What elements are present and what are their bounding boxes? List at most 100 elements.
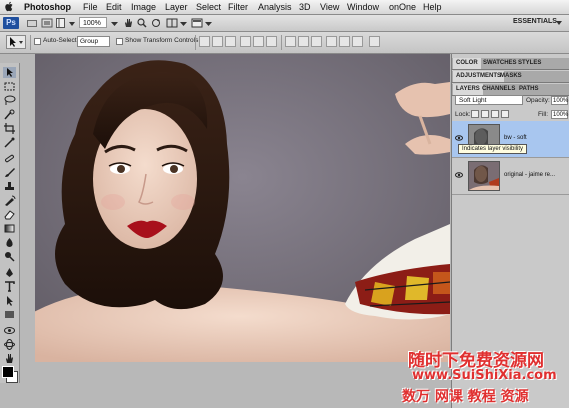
options-bar: Auto-Select: Group Show Transform Contro…	[0, 32, 569, 54]
menu-view[interactable]: View	[320, 1, 339, 13]
pen-tool-icon[interactable]	[3, 267, 16, 278]
workspace-switcher[interactable]: ESSENTIALS	[513, 18, 557, 25]
lock-position-button[interactable]	[491, 110, 499, 118]
application-bar: Ps 100% ESSENTIALS	[0, 15, 569, 32]
eye-icon[interactable]	[455, 170, 463, 180]
3d-rotate-tool-icon[interactable]	[3, 325, 16, 336]
gradient-tool-icon[interactable]	[3, 223, 16, 234]
hand-tool-icon[interactable]	[3, 353, 16, 364]
distribute-left-button[interactable]	[326, 36, 337, 47]
align-top-button[interactable]	[199, 36, 210, 47]
lock-pixels-button[interactable]	[481, 110, 489, 118]
layer-thumbnail	[468, 161, 500, 191]
align-right-button[interactable]	[266, 36, 277, 47]
photoshop-logo[interactable]: Ps	[3, 17, 19, 29]
hand-tool-icon[interactable]	[123, 18, 133, 28]
show-transform-checkbox[interactable]	[116, 38, 123, 45]
distribute-top-button[interactable]	[285, 36, 296, 47]
menu-select[interactable]: Select	[196, 1, 221, 13]
blur-tool-icon[interactable]	[3, 237, 16, 248]
fill-label: Fill:	[538, 111, 549, 118]
auto-align-layers-button[interactable]	[369, 36, 380, 47]
history-brush-tool-icon[interactable]	[3, 195, 16, 206]
3d-orbit-tool-icon[interactable]	[3, 339, 16, 350]
menu-layer[interactable]: Layer	[165, 1, 188, 13]
tab-swatches[interactable]: SWATCHES	[480, 58, 520, 69]
guides-icon[interactable]	[56, 18, 65, 28]
marquee-tool-icon[interactable]	[3, 81, 16, 92]
arrange-dropdown-arrow-icon[interactable]	[180, 18, 187, 28]
lock-all-button[interactable]	[501, 110, 509, 118]
opacity-input[interactable]: 100%	[551, 96, 568, 105]
crop-tool-icon[interactable]	[3, 123, 16, 134]
options-divider	[281, 35, 282, 50]
menu-help[interactable]: Help	[423, 1, 442, 13]
auto-select-target-select[interactable]: Group	[77, 36, 110, 47]
apple-icon[interactable]	[5, 1, 14, 12]
screen-mode-icon[interactable]	[191, 18, 203, 28]
mini-bridge-icon[interactable]	[41, 18, 53, 28]
type-tool-icon[interactable]	[3, 281, 16, 292]
tab-color[interactable]: COLOR	[453, 58, 481, 69]
distribute-horizontal-centers-button[interactable]	[339, 36, 350, 47]
show-transform-label: Show Transform Controls	[125, 37, 199, 44]
menu-bar: Photoshop File Edit Image Layer Select F…	[0, 0, 569, 15]
menu-3d[interactable]: 3D	[299, 1, 311, 13]
watermark-url: www.SuiShiXia.com	[412, 368, 557, 383]
zoom-dropdown-arrow-icon[interactable]	[111, 18, 118, 28]
distribute-vertical-centers-button[interactable]	[298, 36, 309, 47]
blend-mode-select[interactable]: Soft Light	[455, 95, 523, 105]
fill-input[interactable]: 100%	[551, 110, 568, 119]
align-bottom-button[interactable]	[225, 36, 236, 47]
clone-stamp-tool-icon[interactable]	[3, 181, 16, 192]
layer-name[interactable]: bw - soft	[504, 135, 527, 141]
app-menu[interactable]: Photoshop	[24, 1, 71, 13]
tool-preset-picker[interactable]	[6, 35, 26, 49]
eye-icon[interactable]	[455, 133, 463, 143]
screen-mode-dropdown-arrow-icon[interactable]	[205, 18, 212, 28]
zoom-level-select[interactable]: 100%	[79, 17, 107, 28]
tab-channels[interactable]: CHANNELS	[479, 84, 518, 95]
menu-onone[interactable]: onOne	[389, 1, 416, 13]
workspace-dropdown-arrow-icon[interactable]	[556, 21, 562, 25]
align-left-button[interactable]	[240, 36, 251, 47]
eraser-tool-icon[interactable]	[3, 209, 16, 220]
eyedropper-tool-icon[interactable]	[3, 137, 16, 148]
menu-image[interactable]: Image	[131, 1, 156, 13]
move-tool-icon[interactable]	[3, 67, 16, 78]
layer-name[interactable]: original - jaime re...	[504, 172, 555, 178]
shape-tool-icon[interactable]	[3, 309, 16, 320]
bridge-icon[interactable]	[26, 18, 38, 28]
lock-transparency-button[interactable]	[471, 110, 479, 118]
menu-edit[interactable]: Edit	[106, 1, 122, 13]
distribute-right-button[interactable]	[352, 36, 363, 47]
options-divider	[30, 35, 31, 50]
tab-masks[interactable]: MASKS	[497, 71, 525, 82]
lasso-tool-icon[interactable]	[3, 95, 16, 106]
watermark-subtitle: 数万 网课 教程 资源	[402, 389, 529, 405]
align-horizontal-centers-button[interactable]	[253, 36, 264, 47]
healing-brush-tool-icon[interactable]	[3, 153, 16, 164]
align-vertical-centers-button[interactable]	[212, 36, 223, 47]
layer-row[interactable]: original - jaime re...	[452, 158, 569, 195]
arrange-documents-icon[interactable]	[166, 18, 178, 28]
auto-select-checkbox[interactable]	[34, 38, 41, 45]
foreground-color-swatch[interactable]	[2, 366, 14, 378]
menu-window[interactable]: Window	[347, 1, 379, 13]
distribute-bottom-button[interactable]	[311, 36, 322, 47]
tab-styles[interactable]: STYLES	[515, 58, 544, 69]
zoom-tool-icon[interactable]	[137, 18, 147, 28]
menu-filter[interactable]: Filter	[228, 1, 248, 13]
rotate-view-icon[interactable]	[151, 18, 161, 28]
menu-analysis[interactable]: Analysis	[258, 1, 292, 13]
opacity-label: Opacity:	[526, 97, 550, 104]
document-canvas[interactable]	[35, 54, 450, 362]
tab-paths[interactable]: PATHS	[516, 84, 541, 95]
menu-file[interactable]: File	[83, 1, 98, 13]
quick-selection-tool-icon[interactable]	[3, 109, 16, 120]
path-selection-tool-icon[interactable]	[3, 295, 16, 306]
dropdown-arrow-icon[interactable]	[68, 18, 76, 28]
brush-tool-icon[interactable]	[3, 167, 16, 178]
dodge-tool-icon[interactable]	[3, 251, 16, 262]
tooltip: Indicates layer visibility	[458, 144, 528, 154]
